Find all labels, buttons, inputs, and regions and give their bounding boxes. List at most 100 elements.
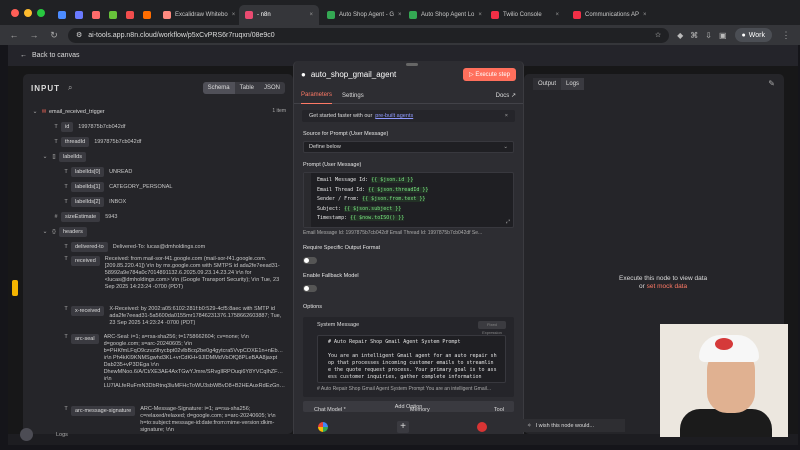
close-tab-icon[interactable]: × xyxy=(555,12,559,18)
schema-row[interactable]: Tarc-message-signature ARC-Message-Signat… xyxy=(31,404,286,434)
set-mock-data-link[interactable]: set mock data xyxy=(647,283,687,290)
field-key[interactable]: labelIds[1] xyxy=(71,181,105,192)
close-tab-icon[interactable]: × xyxy=(309,12,313,18)
puzzle-icon[interactable]: ⌘ xyxy=(690,31,698,40)
add-memory-icon[interactable]: + xyxy=(397,421,409,433)
reload-icon[interactable]: ↻ xyxy=(48,30,60,41)
back-to-canvas-link[interactable]: Back to canvas xyxy=(32,52,79,59)
browser-tab[interactable] xyxy=(72,5,87,25)
download-icon[interactable]: ⇩ xyxy=(705,31,712,40)
browser-tab[interactable]: Communications AP × xyxy=(567,5,647,25)
field-key[interactable]: x-received xyxy=(71,306,105,316)
google-icon[interactable] xyxy=(318,422,328,432)
tab-settings[interactable]: Settings xyxy=(342,93,364,99)
logs-label[interactable]: Logs xyxy=(56,432,68,438)
schema-row[interactable]: ⌄{} headers xyxy=(31,224,286,239)
node-title[interactable]: auto_shop_gmail_agent xyxy=(311,70,396,79)
browser-tab[interactable] xyxy=(89,5,104,25)
schema-row[interactable]: # sizeEstimate 5943 xyxy=(31,209,286,224)
user-avatar[interactable] xyxy=(20,428,33,441)
browser-tab[interactable]: Excalidraw Whitebo × xyxy=(157,5,237,25)
browser-tab[interactable] xyxy=(123,5,138,25)
bookmark-star-icon[interactable]: ☆ xyxy=(655,31,661,39)
expand-icon[interactable]: ⤢ xyxy=(506,219,510,225)
back-icon[interactable]: ← xyxy=(8,30,20,40)
source-select[interactable]: Define below ⌄ xyxy=(303,141,514,153)
field-value: UNREAD xyxy=(109,168,133,175)
arrow-left-icon[interactable]: ← xyxy=(20,52,27,59)
close-tab-icon[interactable]: × xyxy=(643,12,647,18)
url-field[interactable]: ⚙ ai-tools.app.n8n.cloud/workflow/p5xCvP… xyxy=(68,27,670,43)
browser-tab[interactable]: - n8n × xyxy=(239,5,319,25)
schema-row[interactable]: TlabelIds[0] UNREAD xyxy=(31,164,286,179)
close-icon[interactable]: × xyxy=(505,113,508,119)
field-key[interactable]: headers xyxy=(59,226,87,237)
field-key[interactable]: arc-message-signature xyxy=(71,406,136,416)
field-key[interactable]: labelIds[0] xyxy=(71,166,105,177)
chevron-down-icon[interactable]: ⌄ xyxy=(31,108,39,115)
field-key[interactable]: received xyxy=(71,256,100,266)
browser-tab[interactable]: Twilio Console × xyxy=(485,5,565,25)
close-window-button[interactable] xyxy=(11,9,19,17)
tab-output[interactable]: Output xyxy=(533,78,562,90)
close-tab-icon[interactable]: × xyxy=(398,12,401,18)
close-tab-icon[interactable]: × xyxy=(478,12,482,18)
chevron-down-icon[interactable]: ⌄ xyxy=(41,228,49,235)
edit-pencil-icon[interactable]: ✎ xyxy=(768,79,775,88)
field-key[interactable]: labelIds xyxy=(59,151,86,162)
schema-row[interactable]: Tid 1997875b7cb042df xyxy=(31,119,286,134)
minimize-window-button[interactable] xyxy=(24,9,32,17)
more-icon[interactable]: ⋮ xyxy=(780,30,792,41)
extension-icon[interactable]: ◆ xyxy=(677,31,683,40)
fallback-toggle[interactable] xyxy=(303,285,317,292)
docs-link[interactable]: Docs ↗ xyxy=(496,92,516,99)
output-format-toggle[interactable] xyxy=(303,257,317,264)
feedback-box[interactable]: ✧ I wish this node would... xyxy=(520,419,625,432)
tab-parameters[interactable]: Parameters xyxy=(301,88,333,104)
field-key[interactable]: arc-seal xyxy=(71,334,99,344)
options-label: Options xyxy=(303,304,322,310)
maximize-window-button[interactable] xyxy=(37,9,45,17)
schema-row[interactable]: Tarc-seal ARC-Seal: i=1; a=rsa-sha256; t=… xyxy=(31,332,286,404)
browser-tab[interactable]: Auto Shop Agent - G × xyxy=(321,5,401,25)
tab-search-icon[interactable]: ▣ xyxy=(719,31,727,40)
schema-row[interactable]: TlabelIds[2] INBOX xyxy=(31,194,286,209)
profile-button[interactable]: ● Work xyxy=(734,28,772,42)
view-mode-table[interactable]: Table xyxy=(235,82,259,94)
side-tab-icon[interactable] xyxy=(12,280,18,296)
search-icon[interactable]: ⌕ xyxy=(68,83,72,93)
browser-tab[interactable]: Auto Shop Agent Lo × xyxy=(403,5,483,25)
prompt-editor[interactable]: Email Message Id: {{ $json.id }} Email Th… xyxy=(303,172,514,228)
tab-logs[interactable]: Logs xyxy=(561,78,585,90)
schema-row[interactable]: TthreadId 1997875b7cb042df xyxy=(31,134,286,149)
field-key[interactable]: delivered-to xyxy=(71,241,108,252)
system-message-editor[interactable]: # Auto Repair Shop Gmail Agent System Pr… xyxy=(317,335,506,383)
schema-row[interactable]: ⌄[] labelIds xyxy=(31,149,286,164)
schema-row[interactable]: Tdelivered-to Delivered-To: lucas@dmholdi… xyxy=(31,239,286,254)
schema-row[interactable]: Tx-received X-Received: by 2002:a05:6102:… xyxy=(31,304,286,332)
view-mode-switch: Schema Table JSON xyxy=(202,82,285,94)
forward-icon[interactable]: → xyxy=(28,30,40,40)
field-key[interactable]: sizeEstimate xyxy=(61,211,101,222)
prebuilt-agents-link[interactable]: pre-built agents xyxy=(375,113,413,119)
field-value: ARC-Seal: i=1; a=rsa-sha256; t=175866260… xyxy=(103,334,286,389)
browser-tab[interactable] xyxy=(106,5,121,25)
view-mode-schema[interactable]: Schema xyxy=(202,82,235,94)
agent-notice: Get started faster with our pre-built ag… xyxy=(302,110,515,122)
site-info-icon[interactable]: ⚙ xyxy=(76,31,82,39)
field-key[interactable]: threadId xyxy=(61,136,90,147)
tool-icon[interactable] xyxy=(477,422,487,432)
schema-row[interactable]: TlabelIds[1] CATEGORY_PERSONAL xyxy=(31,179,286,194)
fixed-expression-toggle[interactable]: Fixed Expression xyxy=(478,321,506,335)
field-key[interactable]: labelIds[2] xyxy=(71,196,105,207)
schema-row[interactable]: Treceived Received: from mail-sor-f41.goo… xyxy=(31,254,286,304)
node-row[interactable]: ⌄ ✉ email_received_trigger 1 item xyxy=(31,104,286,119)
execute-step-button[interactable]: ▷ Execute step xyxy=(463,68,516,81)
field-key[interactable]: id xyxy=(61,121,74,132)
drag-handle[interactable] xyxy=(406,63,418,66)
chevron-down-icon[interactable]: ⌄ xyxy=(41,153,49,160)
browser-tab[interactable] xyxy=(140,5,155,25)
close-tab-icon[interactable]: × xyxy=(232,12,236,18)
browser-tab[interactable] xyxy=(55,5,70,25)
view-mode-json[interactable]: JSON xyxy=(259,82,285,94)
